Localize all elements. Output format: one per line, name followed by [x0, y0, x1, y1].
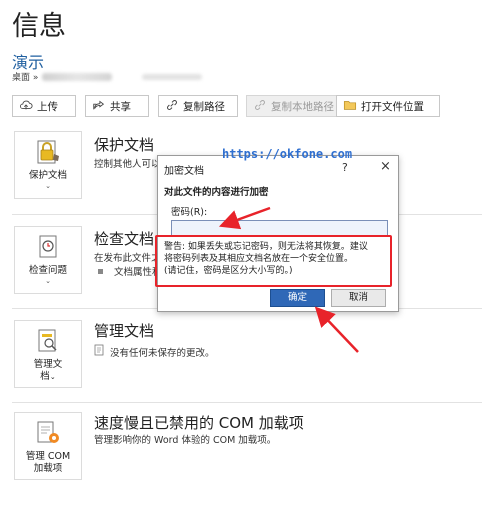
copy-local-path-button[interactable]: 复制本地路径 [246, 95, 338, 117]
link-icon [165, 98, 179, 115]
ok-button[interactable]: 确定 [270, 289, 325, 307]
blurred-path [42, 72, 113, 81]
folder-icon [343, 98, 357, 115]
warning-highlight-box [155, 235, 392, 287]
com-addins-gear-icon [32, 419, 64, 447]
document-path: 桌面 » [12, 70, 203, 83]
help-button[interactable]: ? [342, 161, 348, 174]
close-button[interactable]: × [380, 159, 391, 174]
share-label: 共享 [110, 100, 131, 113]
upload-button[interactable]: 上传 [12, 95, 76, 117]
manage-com-addins-tile[interactable]: 管理 COM 加载项 [14, 412, 82, 480]
protect-document-desc: 控制其他人可以 [94, 159, 161, 170]
arrow-to-ok-button [314, 306, 359, 353]
share-icon [92, 98, 106, 115]
chevron-down-icon: ⌄ [49, 373, 56, 381]
copy-local-path-label: 复制本地路径 [271, 100, 334, 113]
document-icon [94, 344, 105, 359]
manage-document-desc-row: 没有任何未保存的更改。 [94, 344, 215, 359]
encrypt-document-dialog: 加密文档 ? × 对此文件的内容进行加密 密码(R): 警告: 如果丢失或忘记密… [157, 155, 399, 312]
bullet-icon [98, 268, 103, 274]
lock-icon [32, 138, 64, 166]
cancel-button[interactable]: 取消 [331, 289, 386, 307]
link-icon [253, 98, 267, 115]
manage-com-addins-tile-label: 管理 COM 加载项 [26, 451, 70, 475]
protect-document-title: 保护文档 [94, 136, 155, 154]
check-for-issues-tile-label: 检查问题 [28, 265, 67, 276]
manage-document-title: 管理文档 [94, 322, 155, 340]
blurred-path-extra [142, 73, 203, 80]
copy-path-button[interactable]: 复制路径 [158, 95, 238, 117]
share-button[interactable]: 共享 [85, 95, 149, 117]
manage-document-tile-label-line1: 管理文 [33, 359, 63, 370]
password-label: 密码(R): [171, 207, 208, 218]
protect-document-tile-label: 保护文档 [28, 170, 67, 181]
open-file-location-label: 打开文件位置 [361, 100, 424, 113]
inspect-document-sub: 文档属性和 [98, 264, 162, 278]
dialog-title: 加密文档 [164, 166, 204, 177]
inspect-document-icon [32, 233, 64, 261]
chevron-down-icon: ⌄ [45, 277, 51, 285]
inspect-document-title: 检查文档 [94, 230, 155, 248]
upload-label: 上传 [37, 100, 58, 113]
manage-document-desc: 没有任何未保存的更改。 [110, 347, 215, 359]
manage-document-tile-label: 管理文 档⌄ [34, 359, 63, 383]
copy-path-label: 复制路径 [183, 100, 225, 113]
cloud-upload-icon [19, 98, 33, 115]
chevron-down-icon: ⌄ [45, 182, 51, 190]
manage-document-tile-label-line2: 档 [40, 371, 50, 382]
protect-document-tile[interactable]: 保护文档 ⌄ [14, 131, 82, 199]
com-tile-label-line2: 加载项 [33, 463, 63, 474]
path-prefix: 桌面 » [12, 73, 39, 83]
page-title: 信息 [12, 11, 66, 42]
check-for-issues-tile[interactable]: 检查问题 ⌄ [14, 226, 82, 294]
manage-document-tile[interactable]: 管理文 档⌄ [14, 320, 82, 388]
com-addins-desc: 管理影响你的 Word 体验的 COM 加载项。 [94, 435, 277, 446]
manage-document-icon [32, 327, 64, 355]
divider [12, 402, 482, 403]
watermark-url: https://okfone.com [222, 147, 353, 161]
com-tile-label-line1: 管理 COM [25, 451, 71, 462]
com-addins-title: 速度慢且已禁用的 COM 加载项 [94, 414, 304, 432]
open-file-location-button[interactable]: 打开文件位置 [336, 95, 440, 117]
inspect-document-desc: 在发布此文件之 [94, 253, 161, 264]
dialog-heading: 对此文件的内容进行加密 [164, 187, 269, 198]
